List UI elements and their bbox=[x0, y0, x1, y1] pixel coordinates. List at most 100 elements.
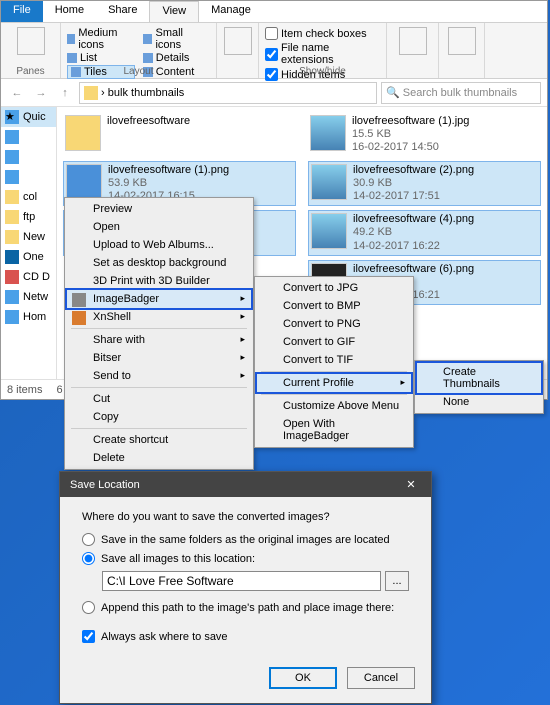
layout-label: Layout bbox=[61, 66, 216, 77]
context-item[interactable]: Set as desktop background bbox=[67, 254, 251, 272]
file-thumb-icon bbox=[65, 115, 101, 151]
file-name: ilovefreesoftware (1).jpg bbox=[352, 115, 469, 128]
layout-medium-icons[interactable]: Medium icons bbox=[67, 27, 135, 51]
dialog-title-text: Save Location bbox=[70, 479, 140, 491]
check-file-extensions[interactable]: File name extensions bbox=[265, 42, 380, 66]
file-size: 53.9 KB bbox=[108, 177, 229, 190]
nav-up-icon[interactable]: ↑ bbox=[55, 83, 75, 103]
file-thumb-icon bbox=[311, 213, 347, 249]
file-item[interactable]: ilovefreesoftware (2).png 30.9 KB 14-02-… bbox=[308, 161, 541, 207]
context-submenu-imagebadger: Convert to JPGConvert to BMPConvert to P… bbox=[254, 276, 414, 448]
close-icon[interactable]: ✕ bbox=[401, 478, 421, 491]
context-item[interactable]: Delete bbox=[67, 449, 251, 467]
file-item[interactable]: ilovefreesoftware (1).jpg 15.5 KB 16-02-… bbox=[308, 113, 541, 157]
file-thumb-icon bbox=[66, 164, 102, 200]
sidebar-onedrive[interactable]: One bbox=[1, 247, 56, 267]
tab-home[interactable]: Home bbox=[43, 1, 96, 22]
file-thumb-icon bbox=[310, 115, 346, 151]
search-placeholder: Search bulk thumbnails bbox=[403, 87, 517, 99]
check-item-boxes[interactable]: Item check boxes bbox=[265, 27, 367, 40]
context-item[interactable]: Convert to TIF bbox=[257, 351, 411, 369]
file-date: 16-02-2017 14:50 bbox=[352, 141, 469, 154]
context-item[interactable]: Share with bbox=[67, 331, 251, 349]
address-bar: ← → ↑ › bulk thumbnails 🔍 Search bulk th… bbox=[1, 79, 547, 107]
context-item[interactable]: Customize Above Menu bbox=[257, 397, 411, 415]
context-item[interactable]: Create Thumbnails bbox=[417, 363, 541, 393]
save-path-input[interactable] bbox=[102, 571, 381, 591]
file-name: ilovefreesoftware (4).png bbox=[353, 213, 474, 226]
context-item[interactable]: Preview bbox=[67, 200, 251, 218]
context-item[interactable]: Cut bbox=[67, 390, 251, 408]
file-item[interactable]: ilovefreesoftware bbox=[63, 113, 296, 157]
sidebar-network[interactable]: Netw bbox=[1, 287, 56, 307]
sidebar-homegroup[interactable]: Hom bbox=[1, 307, 56, 327]
context-item[interactable]: Open bbox=[67, 218, 251, 236]
sidebar-item[interactable]: CD D bbox=[1, 267, 56, 287]
options-icon[interactable] bbox=[448, 27, 476, 55]
nav-forward-icon[interactable]: → bbox=[31, 83, 51, 103]
file-size: 49.2 KB bbox=[353, 226, 474, 239]
tab-view[interactable]: View bbox=[149, 1, 199, 22]
file-date: 14-02-2017 17:51 bbox=[353, 190, 474, 203]
tab-manage[interactable]: Manage bbox=[199, 1, 263, 22]
context-item[interactable]: Upload to Web Albums... bbox=[67, 236, 251, 254]
file-size: 30.9 KB bbox=[353, 177, 474, 190]
tab-share[interactable]: Share bbox=[96, 1, 149, 22]
context-item[interactable]: Send to bbox=[67, 367, 251, 385]
context-submenu-current-profile: Create ThumbnailsNone bbox=[414, 360, 544, 414]
context-item[interactable]: XnShell bbox=[67, 308, 251, 326]
file-size: 15.5 KB bbox=[352, 128, 469, 141]
context-item[interactable]: Convert to JPG bbox=[257, 279, 411, 297]
folder-icon bbox=[84, 86, 98, 100]
sidebar-item[interactable]: New bbox=[1, 227, 56, 247]
context-item[interactable]: Open With ImageBadger bbox=[257, 415, 411, 445]
context-item[interactable]: Current Profile bbox=[257, 374, 411, 392]
sidebar: ★Quic col ftp New One CD D Netw Hom bbox=[1, 107, 57, 379]
save-location-dialog: Save Location ✕ Where do you want to sav… bbox=[59, 471, 432, 704]
ok-button[interactable]: OK bbox=[269, 667, 337, 689]
search-icon: 🔍 bbox=[386, 86, 400, 99]
context-menu-main: PreviewOpenUpload to Web Albums...Set as… bbox=[64, 197, 254, 470]
dialog-titlebar: Save Location ✕ bbox=[60, 472, 431, 497]
search-box[interactable]: 🔍 Search bulk thumbnails bbox=[381, 82, 541, 104]
cancel-button[interactable]: Cancel bbox=[347, 667, 415, 689]
radio-append-path[interactable]: Append this path to the image's path and… bbox=[82, 601, 409, 614]
sidebar-item[interactable] bbox=[1, 167, 56, 187]
file-name: ilovefreesoftware (1).png bbox=[108, 164, 229, 177]
ribbon: Panes Medium icons Small icons List Deta… bbox=[1, 23, 547, 79]
nav-back-icon[interactable]: ← bbox=[7, 83, 27, 103]
sidebar-item[interactable]: ftp bbox=[1, 207, 56, 227]
radio-same-folders[interactable]: Save in the same folders as the original… bbox=[82, 533, 409, 546]
context-item[interactable]: Copy bbox=[67, 408, 251, 426]
current-view-icon[interactable] bbox=[224, 27, 252, 55]
context-item[interactable]: Bitser bbox=[67, 349, 251, 367]
tab-file[interactable]: File bbox=[1, 1, 43, 22]
path-text: bulk thumbnails bbox=[108, 87, 184, 99]
check-always-ask[interactable]: Always ask where to save bbox=[82, 630, 409, 643]
layout-details[interactable]: Details bbox=[143, 52, 210, 64]
navigation-pane-icon[interactable] bbox=[17, 27, 45, 55]
context-item[interactable]: ImageBadger bbox=[67, 290, 251, 308]
context-item[interactable]: None bbox=[417, 393, 541, 411]
context-item[interactable]: 3D Print with 3D Builder bbox=[67, 272, 251, 290]
context-item[interactable]: Create shortcut bbox=[67, 431, 251, 449]
radio-save-location[interactable]: Save all images to this location: bbox=[82, 552, 409, 565]
path-box[interactable]: › bulk thumbnails bbox=[79, 82, 377, 104]
sidebar-item[interactable]: col bbox=[1, 187, 56, 207]
sidebar-quick-access[interactable]: ★Quic bbox=[1, 107, 56, 127]
panes-label: Panes bbox=[1, 66, 60, 77]
sidebar-item[interactable] bbox=[1, 147, 56, 167]
file-item[interactable]: ilovefreesoftware (4).png 49.2 KB 14-02-… bbox=[308, 210, 541, 256]
file-thumb-icon bbox=[311, 164, 347, 200]
file-name: ilovefreesoftware (2).png bbox=[353, 164, 474, 177]
layout-small-icons[interactable]: Small icons bbox=[143, 27, 210, 51]
sidebar-item[interactable] bbox=[1, 127, 56, 147]
context-item[interactable]: Convert to BMP bbox=[257, 297, 411, 315]
hide-selected-icon[interactable] bbox=[399, 27, 427, 55]
browse-button[interactable]: ... bbox=[385, 571, 409, 591]
showhide-label: Show/hide bbox=[259, 66, 386, 77]
context-item[interactable]: Convert to GIF bbox=[257, 333, 411, 351]
file-name: ilovefreesoftware bbox=[107, 115, 190, 128]
layout-list[interactable]: List bbox=[67, 52, 135, 64]
context-item[interactable]: Convert to PNG bbox=[257, 315, 411, 333]
